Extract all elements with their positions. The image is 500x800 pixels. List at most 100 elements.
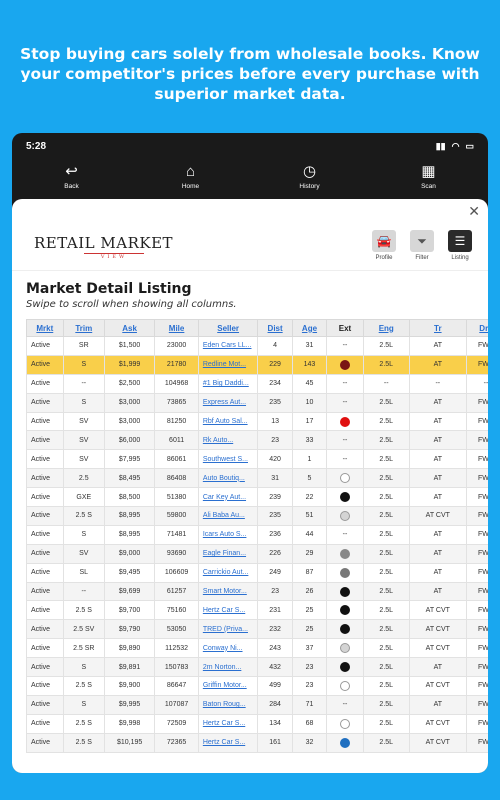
cell-ask: $3,000 (103, 392, 156, 413)
column-header-dist[interactable]: Dist (257, 319, 293, 337)
cell-age: 29 (291, 543, 328, 564)
cell-seller[interactable]: 2m Norton... (197, 657, 259, 678)
cell-seller[interactable]: Conway Ni... (197, 638, 259, 659)
table-row[interactable]: Active S $9,891 150783 2m Norton... 432 23 2.5L… (26, 657, 488, 678)
column-header-mrkt[interactable]: Mrkt (26, 319, 64, 337)
cell-seller[interactable]: Rbf Auto Sal... (197, 411, 259, 432)
cell-seller[interactable]: Hertz Car S... (197, 600, 259, 621)
cell-ext: -- (326, 694, 364, 715)
table-row[interactable]: Active SV $3,000 81250 Rbf Auto Sal... 13 17 2.… (26, 411, 488, 432)
cell-trim: SV (62, 449, 105, 470)
cell-seller[interactable]: Hertz Car S... (197, 713, 259, 734)
column-header-mile[interactable]: Mile (154, 319, 199, 337)
cell-mile: 81250 (154, 411, 199, 432)
profile-button[interactable]: 🚘 Profile (370, 230, 398, 261)
table-row[interactable]: Active SV $9,000 93690 Eagle Finan... 226 29 2.… (26, 543, 488, 564)
column-header-trim[interactable]: Trim (62, 319, 105, 337)
table-row[interactable]: Active 2.5 S $9,998 72509 Hertz Car S... 134 6… (26, 713, 488, 734)
cell-trim: 2.5 S (62, 600, 105, 621)
table-row[interactable]: Active 2.5 SV $9,790 53050 TRED (Priva... 232… (26, 619, 488, 640)
table-row[interactable]: Active S $1,999 21780 Redline Mot... 229 143 2.… (26, 354, 488, 375)
cell-age: 23 (291, 676, 328, 696)
table-row[interactable]: Active SV $6,000 6011 Rk Auto... 23 33 -- 2.5L AT… (26, 430, 488, 451)
cell-eng: 2.5L (362, 600, 410, 621)
cell-mrkt: Active (26, 430, 64, 451)
table-row[interactable]: Active SR $1,500 23000 Eden Cars LL... 4 31 -- 2… (26, 336, 488, 356)
cell-seller[interactable]: Eagle Finan... (197, 543, 259, 564)
cell-dist: 420 (257, 449, 293, 470)
cell-seller[interactable]: Smart Motor... (197, 581, 259, 602)
cell-seller[interactable]: Eden Cars LL... (197, 336, 259, 356)
cell-drv: FWD (465, 506, 488, 526)
column-header-drv[interactable]: Drv (465, 319, 488, 337)
table-header-row: MrktTrimAskMileSellerDistAgeExtEngTrDrv (26, 319, 488, 337)
column-header-eng[interactable]: Eng (362, 319, 410, 337)
close-icon[interactable]: ✕ (468, 203, 480, 220)
table-row[interactable]: Active -- $9,699 61257 Smart Motor... 23 26 2.5… (26, 581, 488, 602)
cell-age: 33 (291, 430, 328, 451)
color-dot-icon (340, 548, 350, 559)
ext-color-swatch (326, 506, 364, 526)
color-dot-icon (340, 586, 350, 597)
nav-label: Home (181, 183, 200, 190)
cell-mile: 61257 (154, 581, 199, 602)
listing-table-scroll[interactable]: MrktTrimAskMileSellerDistAgeExtEngTrDrv … (26, 319, 488, 759)
cell-seller[interactable]: Rk Auto... (197, 430, 259, 451)
nav-scan-button[interactable]: ▦ Scan (389, 163, 469, 190)
cell-drv: FWD (465, 336, 488, 356)
table-row[interactable]: Active 2.5 S $9,900 86647 Griffin Motor... 49… (26, 676, 488, 696)
cell-dist: 232 (257, 619, 293, 640)
table-row[interactable]: Active 2.5 SR $9,890 112532 Conway Ni... 243 3… (26, 638, 488, 659)
cell-eng: 2.5L (362, 638, 410, 659)
nav-home-button[interactable]: ⌂ Home (151, 163, 231, 190)
ext-color-swatch (326, 713, 364, 734)
cell-seller[interactable]: Carrickio Aut... (197, 562, 259, 583)
color-dot-icon (340, 416, 350, 427)
cell-seller[interactable]: Redline Mot... (197, 354, 259, 375)
column-header-seller[interactable]: Seller (197, 319, 259, 337)
table-row[interactable]: Active SL $9,495 106609 Carrickio Aut... 249 8… (26, 562, 488, 583)
cell-seller[interactable]: Auto Boutiq... (197, 468, 259, 489)
status-time: 5:28 (26, 140, 47, 152)
table-row[interactable]: Active S $9,995 107087 Baton Roug... 284 71 -- 2… (26, 694, 488, 715)
cell-seller[interactable]: Baton Roug... (197, 694, 259, 715)
cell-seller[interactable]: TRED (Priva... (197, 619, 259, 640)
table-row[interactable]: Active -- $2,500 104968 #1 Big Daddi... 234 45… (26, 373, 488, 394)
column-header-age[interactable]: Age (291, 319, 328, 337)
scan-icon: ▦ (421, 163, 436, 180)
cell-mrkt: Active (26, 732, 64, 753)
nav-history-button[interactable]: ◷ History (270, 163, 350, 190)
cell-dist: 134 (257, 713, 293, 734)
table-row[interactable]: Active S $8,995 71481 Icars Auto S... 236 44 --… (26, 524, 488, 545)
table-row[interactable]: Active S $3,000 73865 Express Aut... 235 10 -- 2… (26, 392, 488, 413)
cell-tr: AT (408, 336, 467, 356)
cell-tr: AT CVT (408, 676, 467, 696)
cell-seller[interactable]: Ali Baba Au... (197, 506, 259, 526)
color-dot-icon (340, 473, 350, 484)
cell-seller[interactable]: Car Key Aut... (197, 487, 259, 508)
table-row[interactable]: Active 2.5 S $8,995 59800 Ali Baba Au... 235 5… (26, 506, 488, 526)
cell-dist: 432 (257, 657, 293, 678)
cell-tr: AT CVT (408, 732, 467, 753)
table-row[interactable]: Active SV $7,995 86061 Southwest S... 420 1 -- 2… (26, 449, 488, 470)
cell-mrkt: Active (26, 487, 64, 508)
nav-back-button[interactable]: ↩ Back (32, 163, 112, 190)
listing-icon: ☰ (448, 230, 472, 252)
filter-button[interactable]: ⏷ Filter (408, 230, 436, 261)
listing-button[interactable]: ☰ Listing (446, 230, 474, 261)
cell-seller[interactable]: #1 Big Daddi... (197, 373, 259, 394)
cell-dist: 23 (257, 430, 293, 451)
table-row[interactable]: Active 2.5 S $10,195 72365 Hertz Car S... 161… (26, 732, 488, 753)
tool-label: Listing (451, 255, 469, 261)
cell-seller[interactable]: Hertz Car S... (197, 732, 259, 753)
table-row[interactable]: Active 2.5 S $9,700 75160 Hertz Car S... 231 2… (26, 600, 488, 621)
column-header-ask[interactable]: Ask (103, 319, 156, 337)
cell-seller[interactable]: Southwest S... (197, 449, 259, 470)
table-row[interactable]: Active 2.5 $8,495 86408 Auto Boutiq... 31 5 2.5… (26, 468, 488, 489)
cell-age: 25 (291, 619, 328, 640)
column-header-tr[interactable]: Tr (408, 319, 467, 337)
table-row[interactable]: Active GXE $8,500 51380 Car Key Aut... 239 22 2… (26, 487, 488, 508)
cell-seller[interactable]: Griffin Motor... (197, 676, 259, 696)
cell-seller[interactable]: Icars Auto S... (197, 524, 259, 545)
cell-seller[interactable]: Express Aut... (197, 392, 259, 413)
